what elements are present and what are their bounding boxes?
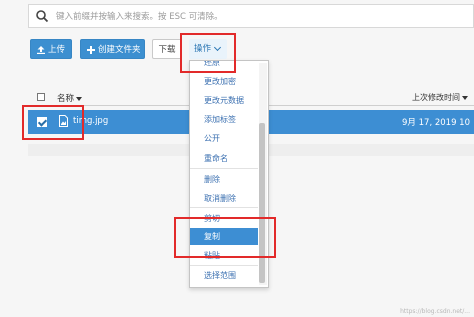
select-all-checkbox[interactable]	[37, 93, 45, 101]
menu-divider	[190, 265, 258, 266]
menu-item-rename[interactable]: 重命名	[190, 150, 258, 167]
menu-item-change-encryption[interactable]: 更改加密	[190, 73, 258, 90]
search-input[interactable]	[54, 8, 458, 26]
sort-caret-icon	[76, 96, 83, 101]
search-icon	[36, 10, 49, 23]
highlight-box-actions	[180, 33, 236, 73]
menu-divider	[190, 168, 258, 169]
column-name-label: 名称	[57, 94, 75, 104]
column-date-label: 上次修改时间	[412, 93, 460, 102]
column-header-name[interactable]: 名称	[57, 92, 83, 104]
search-bar	[28, 4, 474, 28]
sort-caret-icon	[462, 95, 468, 100]
menu-scrollbar-thumb[interactable]	[259, 123, 265, 283]
download-button[interactable]: 下载	[152, 39, 182, 59]
watermark: https://blog.csdn.net/...	[400, 308, 470, 315]
upload-icon	[37, 46, 45, 54]
highlight-box-row	[22, 105, 84, 140]
menu-item-make-public[interactable]: 公开	[190, 130, 258, 147]
upload-button[interactable]: 上传	[30, 39, 72, 59]
create-folder-button[interactable]: 创建文件夹	[80, 39, 145, 59]
menu-item-select-range[interactable]: 选择范围	[190, 267, 258, 284]
column-header-last-modified[interactable]: 上次修改时间	[412, 92, 468, 103]
menu-item-change-metadata[interactable]: 更改元数据	[190, 92, 258, 109]
upload-label: 上传	[48, 45, 66, 55]
menu-item-delete[interactable]: 删除	[190, 171, 258, 188]
menu-divider	[190, 207, 258, 208]
download-label: 下载	[158, 45, 176, 55]
file-last-modified: 9月 17, 2019 10	[402, 118, 470, 128]
menu-item-undelete[interactable]: 取消删除	[190, 190, 258, 207]
create-folder-label: 创建文件夹	[98, 45, 141, 55]
highlight-box-copy	[174, 217, 276, 258]
plus-icon	[87, 46, 95, 54]
menu-item-add-tag[interactable]: 添加标签	[190, 111, 258, 128]
